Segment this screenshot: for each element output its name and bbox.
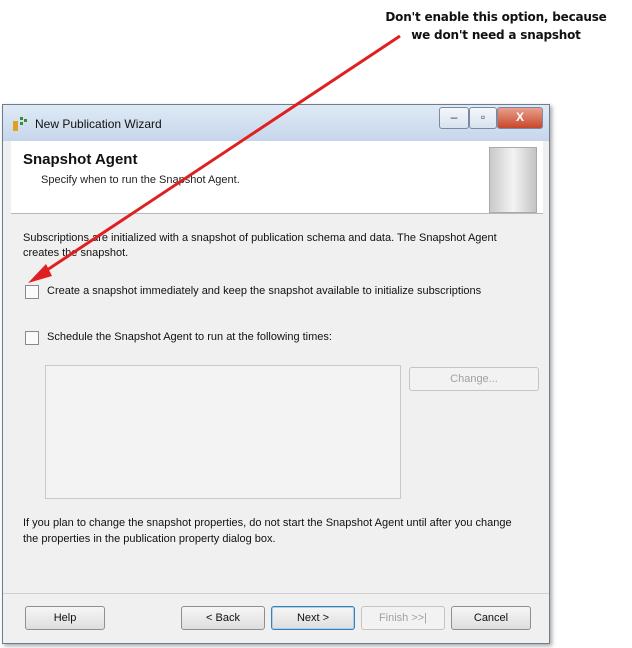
schedule-agent-label[interactable]: Schedule the Snapshot Agent to run at th… <box>47 331 332 343</box>
close-button[interactable]: X <box>497 107 543 129</box>
schedule-description-box <box>45 365 401 499</box>
snapshot-properties-note: If you plan to change the snapshot prope… <box>23 517 512 545</box>
maximize-button[interactable]: ▫ <box>469 107 497 129</box>
title-bar[interactable]: New Publication Wizard – ▫ X <box>3 105 549 141</box>
wizard-window: New Publication Wizard – ▫ X Snapshot Ag… <box>2 104 550 644</box>
create-snapshot-checkbox[interactable] <box>25 285 39 299</box>
wizard-footer: Help < Back Next > Finish >>| Cancel <box>3 593 549 644</box>
finish-button[interactable]: Finish >>| <box>361 606 445 630</box>
annotation-line-2: we don't need a snapshot <box>411 28 581 42</box>
annotation-line-1: Don't enable this option, because <box>385 10 607 24</box>
wizard-banner-icon <box>489 147 537 213</box>
cancel-button[interactable]: Cancel <box>451 606 531 630</box>
page-subtitle: Specify when to run the Snapshot Agent. <box>41 174 240 186</box>
schedule-agent-checkbox[interactable] <box>25 331 39 345</box>
back-button[interactable]: < Back <box>181 606 265 630</box>
minimize-button[interactable]: – <box>439 107 469 129</box>
wizard-header: Snapshot Agent Specify when to run the S… <box>11 141 543 214</box>
help-button[interactable]: Help <box>25 606 105 630</box>
create-snapshot-label[interactable]: Create a snapshot immediately and keep t… <box>47 285 481 297</box>
annotation-callout: Don't enable this option, because we don… <box>372 8 620 44</box>
window-title: New Publication Wizard <box>35 117 162 131</box>
next-button[interactable]: Next > <box>271 606 355 630</box>
wizard-app-icon <box>13 117 27 131</box>
page-title: Snapshot Agent <box>23 151 138 168</box>
wizard-body: Subscriptions are initialized with a sna… <box>11 213 543 593</box>
change-schedule-button[interactable]: Change... <box>409 367 539 391</box>
description-text: Subscriptions are initialized with a sna… <box>23 232 497 259</box>
